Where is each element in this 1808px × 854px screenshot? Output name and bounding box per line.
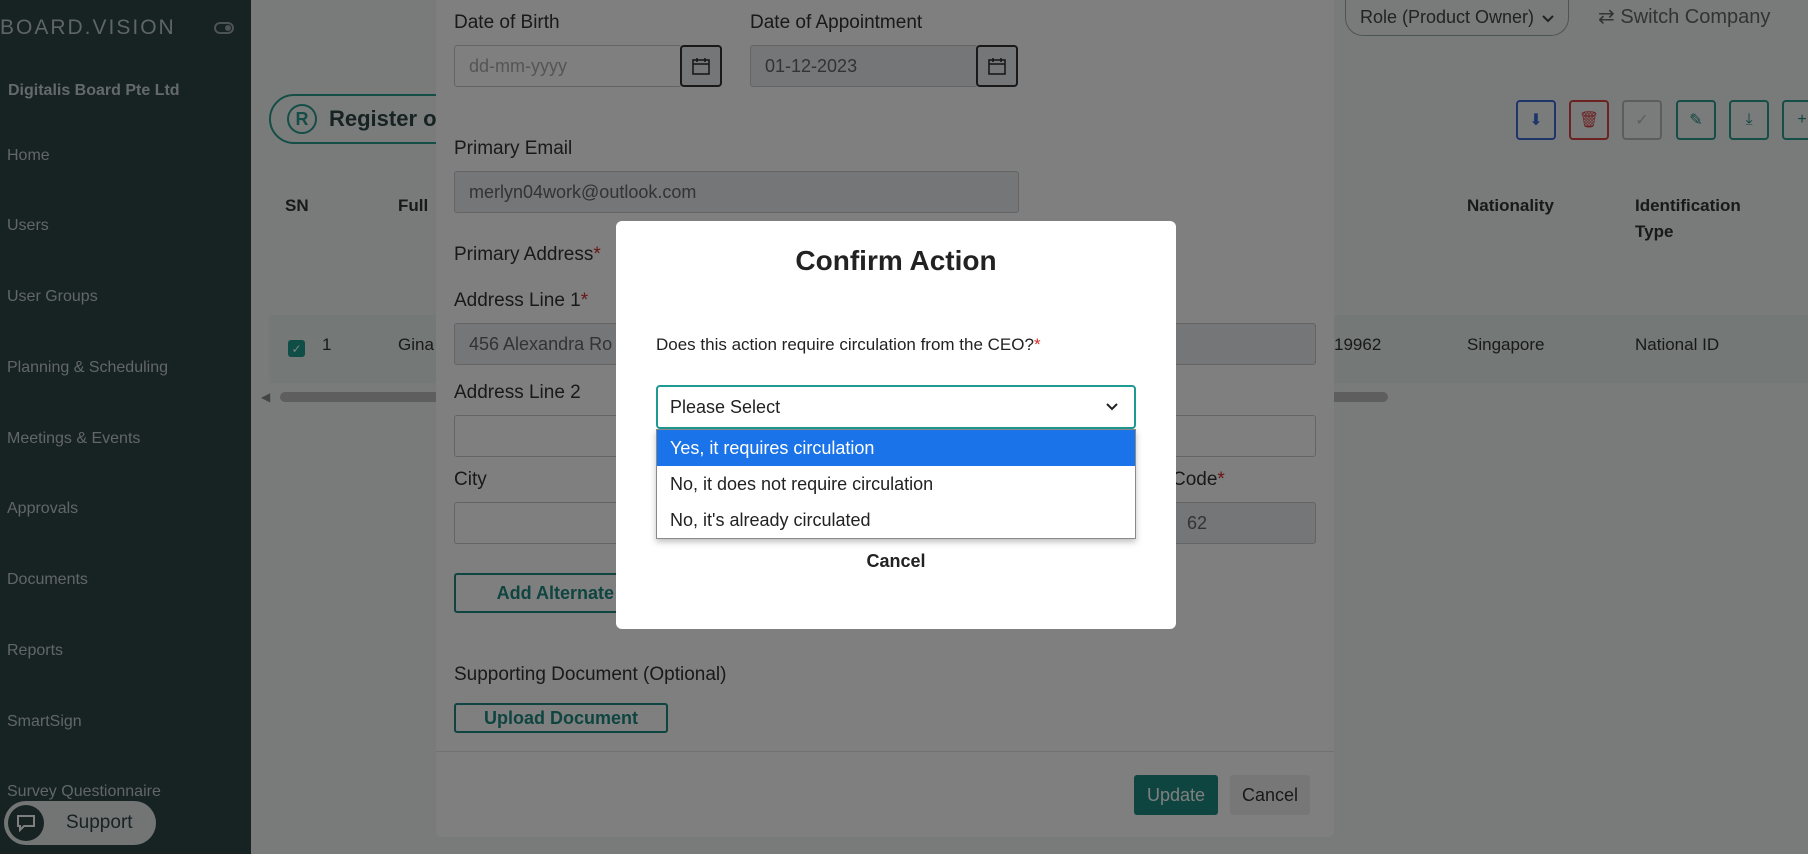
option-already-circulated[interactable]: No, it's already circulated	[657, 502, 1135, 538]
chevron-down-icon	[1106, 403, 1118, 411]
option-yes-requires[interactable]: Yes, it requires circulation	[657, 430, 1135, 466]
circulation-options-list: Yes, it requires circulation No, it does…	[656, 429, 1136, 539]
circulation-question: Does this action require circulation fro…	[656, 335, 1041, 354]
confirm-action-dialog: Confirm Action Does this action require …	[616, 221, 1176, 629]
select-value: Please Select	[670, 396, 781, 417]
circulation-select[interactable]: Please Select	[656, 385, 1136, 429]
confirm-cancel-button[interactable]: Cancel	[616, 551, 1176, 572]
option-no-not-required[interactable]: No, it does not require circulation	[657, 466, 1135, 502]
dialog-title: Confirm Action	[795, 245, 997, 276]
